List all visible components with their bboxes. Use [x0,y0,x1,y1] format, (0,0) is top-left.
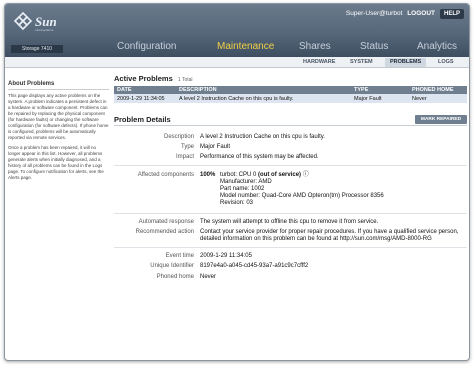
table-row[interactable]: 2009-1-29 11:34:05 A level 2 Instruction… [114,94,467,103]
active-problems-count: 1 Total [177,77,193,83]
sidebar-paragraph: Once a problem has been repaired, it wil… [8,145,104,180]
component-name: turbot: CPU 0 [220,172,257,178]
active-problems-table: DATE DESCRIPTION TYPE PHONED HOME 2009-1… [114,86,467,103]
main-content: Active Problems 1 Total DATE DESCRIPTION… [114,74,467,126]
component-line: Part name: 1002 [220,186,265,192]
user-name: Super-User@turbot [345,10,403,17]
component-head: turbot: CPU 0 (out of service) ⓘ [220,172,384,179]
info-icon[interactable]: ⓘ [303,172,309,178]
main-tabs: Configuration Maintenance Shares Status … [117,41,464,55]
help-button[interactable]: HELP [440,9,464,19]
column-phoned-home[interactable]: PHONED HOME [409,86,467,94]
detail-label: Automated response [138,219,194,225]
sidebar-title: About Problems [8,81,109,90]
app-window: Sun microsystems Storage 7410 Super-User… [4,3,470,361]
problem-date: 2009-1-29 11:34:05 [114,94,176,103]
subtab-problems[interactable]: PROBLEMS [385,58,427,67]
problem-phoned-home: Never [409,94,467,103]
problem-description: A level 2 Instruction Cache on this cpu … [176,94,351,103]
subtab-bar: HARDWARE SYSTEM PROBLEMS LOGS [5,57,469,68]
divider [114,165,467,166]
problem-details-header: Problem Details MARK REPAIRED [114,115,467,126]
action-line: Contact your service provider for proper… [200,229,459,235]
detail-value: Performance of this system may be affect… [200,154,319,160]
subtab-hardware[interactable]: HARDWARE [303,59,335,65]
subtab-system[interactable]: SYSTEM [350,59,373,65]
detail-label: Unique Identifier [150,263,194,269]
component-line: Revision: 03 [220,200,254,206]
masthead: Sun microsystems Storage 7410 Super-User… [5,4,469,57]
logout-link[interactable]: LOGOUT [407,10,435,17]
active-problems-title: Active Problems [114,74,173,83]
detail-value: 8197e4a0-a045-cd45-93a7-a91c9c7cfff2 [200,263,309,269]
divider [114,213,467,214]
component-line: Model number: Quad-Core AMD Opteron(tm) … [220,193,384,199]
user-area: Super-User@turbot LOGOUT [343,10,435,17]
product-name: Storage 7410 [11,45,63,53]
divider [114,247,467,248]
active-problems-heading: Active Problems 1 Total [114,74,467,86]
help-sidebar: About Problems This page displays any ac… [8,81,109,185]
detail-value: 2009-1-29 11:34:05 [200,253,252,259]
affected-percent: 100% [200,172,216,178]
tab-analytics[interactable]: Analytics [417,41,457,52]
detail-value: 100% turbot: CPU 0 (out of service) ⓘ Ma… [200,172,467,206]
sun-logo-icon [13,11,33,31]
detail-value: The system will attempt to offline this … [200,219,379,225]
sun-logo[interactable]: Sun microsystems Storage 7410 [11,9,63,55]
tab-configuration[interactable]: Configuration [117,41,176,52]
component-info: turbot: CPU 0 (out of service) ⓘ Manufac… [220,172,384,207]
logo-subtext: microsystems [35,28,54,32]
detail-value: A level 2 Instruction Cache on this cpu … [200,134,325,140]
detail-value: Never [200,274,217,280]
detail-label: Description [163,134,194,140]
problem-details-title: Problem Details [114,115,171,124]
action-link[interactable]: detailed information on this problem can… [200,236,467,243]
detail-label: Type [180,144,194,150]
component-status: (out of service) [258,172,302,178]
tab-status[interactable]: Status [360,41,388,52]
column-description[interactable]: DESCRIPTION [176,86,351,94]
mark-repaired-button[interactable]: MARK REPAIRED [415,115,467,124]
tab-shares[interactable]: Shares [299,41,331,52]
sidebar-paragraph: This page displays any active problems o… [8,93,109,140]
detail-label: Event time [165,253,194,259]
detail-label: Phoned home [156,274,194,280]
detail-value: Major Fault [200,144,231,150]
problem-type: Major Fault [351,94,409,103]
detail-label: Recommended action [135,229,194,235]
column-date[interactable]: DATE [114,86,176,94]
detail-value: Contact your service provider for proper… [200,229,467,243]
tab-maintenance[interactable]: Maintenance [217,41,274,52]
table-header-row: DATE DESCRIPTION TYPE PHONED HOME [114,86,467,94]
column-type[interactable]: TYPE [351,86,409,94]
component-line: Manufacturer: AMD [220,179,272,185]
detail-label: Affected components [137,172,194,178]
detail-label: Impact [175,154,194,160]
subtab-logs[interactable]: LOGS [438,59,454,65]
